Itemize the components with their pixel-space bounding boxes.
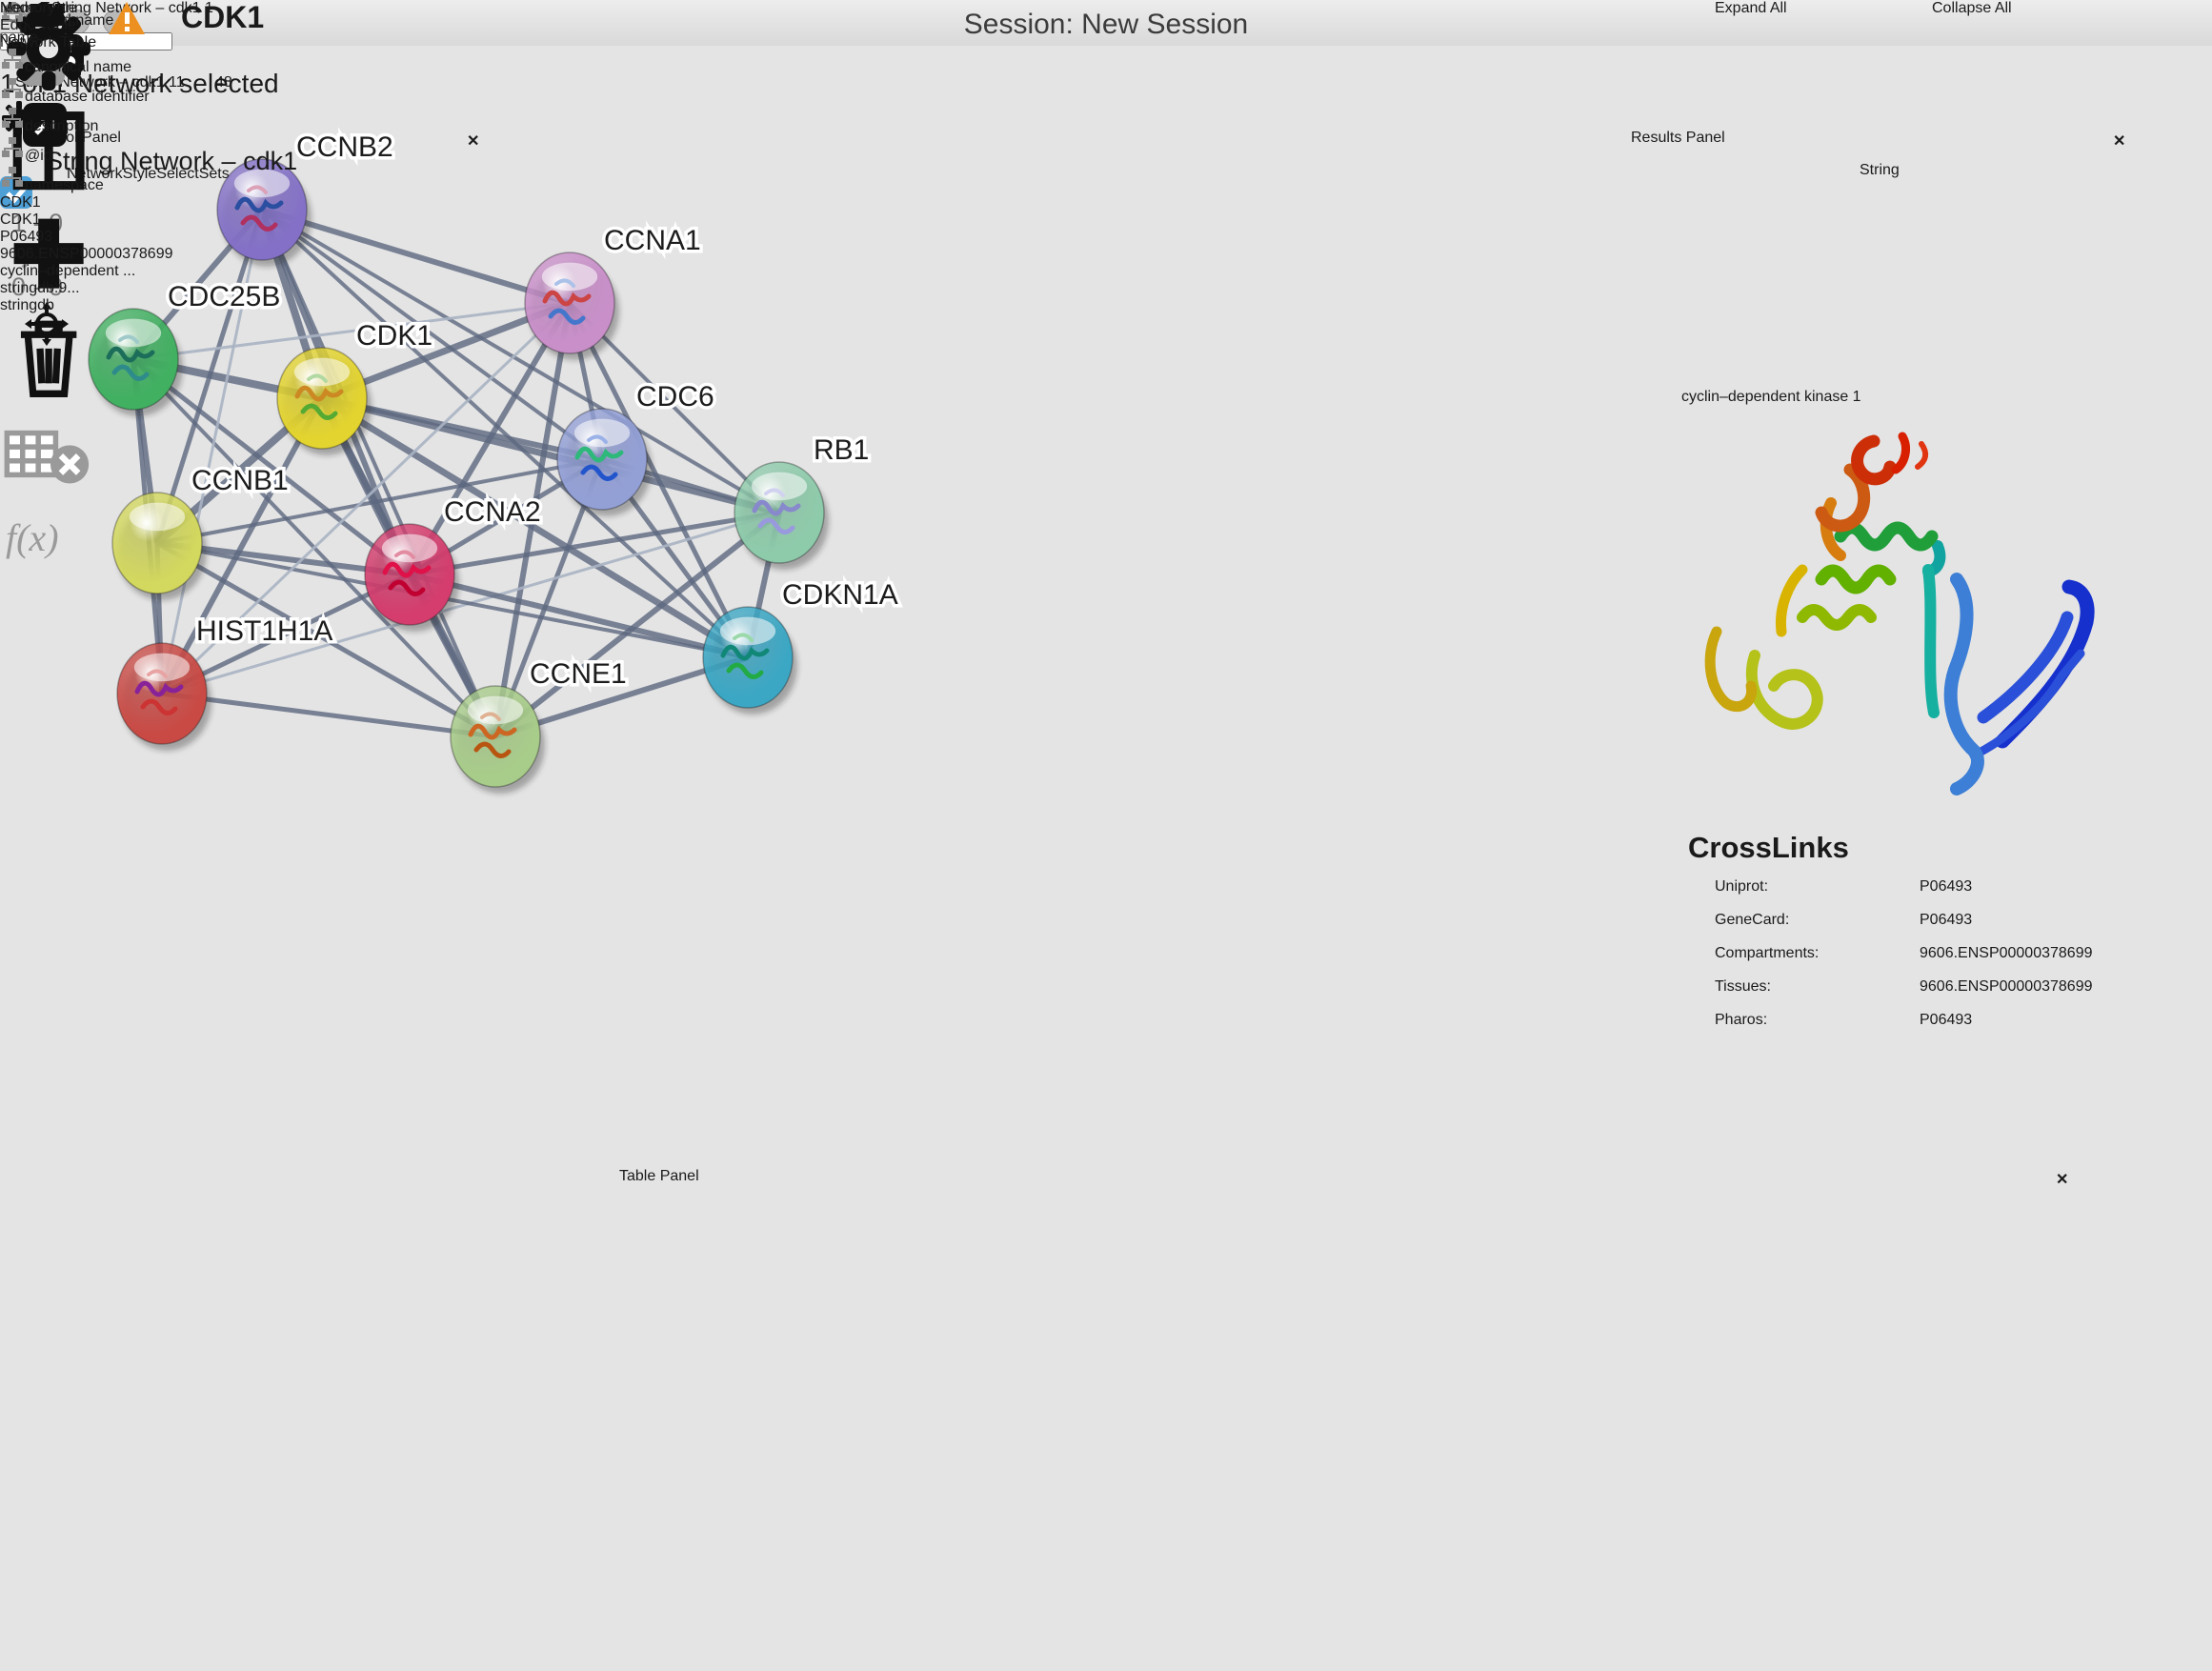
table-panel-header-icons: ✕ (2056, 1170, 2068, 1189)
warnings-button[interactable] (107, 0, 147, 36)
table-panel-title: Table Panel (619, 1168, 699, 1185)
crosslink-label: Pharos: (1715, 1012, 1920, 1029)
memory-label: Memory (0, 0, 55, 16)
column-header-namespace[interactable]: namespace (0, 165, 167, 194)
delete-table-icon (0, 493, 97, 510)
crosslink-row: Tissues: 9606.ENSP00000378699 (1715, 978, 2191, 996)
results-panel-header-icons: ✕ (2113, 131, 2125, 151)
function-builder-icon: f(x) (0, 552, 76, 568)
crosslink-label: GeneCard: (1715, 912, 1920, 929)
crosslink-row: Uniprot: P06493 (1715, 878, 2191, 896)
delete-column-icon[interactable] (0, 392, 97, 408)
node-CDC6[interactable]: CDC6 (557, 381, 714, 516)
node-label-CCNE1: CCNE1 (530, 658, 627, 690)
crosslink-label: Compartments: (1715, 945, 1920, 962)
node-HIST1H1A[interactable]: HIST1H1A (117, 615, 332, 751)
node-label-CDKN1A: CDKN1A (782, 579, 898, 611)
crosslink-value[interactable]: P06493 (1920, 878, 1972, 896)
crosslink-row: Compartments: 9606.ENSP00000378699 (1715, 945, 2191, 962)
crosslink-value[interactable]: P06493 (1920, 1012, 1972, 1029)
node-CCNB1[interactable]: CCNB1 (112, 465, 289, 600)
edge-HIST1H1A-CCNE1[interactable] (162, 694, 495, 736)
crosslink-row: GeneCard: P06493 (1715, 912, 2191, 929)
node-label-RB1: RB1 (814, 434, 869, 466)
gene-description: cyclin–dependent kinase 1 (1681, 389, 1861, 406)
collapse-all-button[interactable]: Collapse All (1932, 0, 2119, 17)
table-cell[interactable]: cyclin–dependent ... (0, 263, 248, 280)
warning-icon (107, 0, 147, 36)
crosslink-value[interactable]: 9606.ENSP00000378699 (1920, 945, 2093, 962)
node-label-CCNA2: CCNA2 (444, 496, 541, 528)
protein-structure-image (1688, 427, 2126, 827)
table-cell[interactable]: CDK1 (0, 194, 257, 211)
results-panel-title: Results Panel (1631, 130, 1725, 147)
node-CDKN1A[interactable]: CDKN1A (703, 579, 898, 715)
crosslink-label: Tissues: (1715, 978, 1920, 996)
crosslink-value[interactable]: P06493 (1920, 912, 1972, 929)
node-RB1[interactable]: RB1 (734, 434, 869, 570)
close-panel-icon[interactable]: ✕ (2056, 1170, 2068, 1189)
column-header-database-identifier[interactable]: database identifier (0, 76, 295, 106)
node-label-CCNB1: CCNB1 (191, 465, 289, 496)
node-CCNA1[interactable]: CCNA1 (525, 225, 701, 360)
crosslink-row: Pharos: P06493 (1715, 1012, 2191, 1029)
crosslinks-title: CrossLinks (1688, 831, 1849, 865)
expand-all-button[interactable]: Expand All (1715, 0, 1898, 17)
close-panel-icon[interactable]: ✕ (2113, 131, 2125, 151)
node-CCNE1[interactable]: CCNE1 (451, 658, 627, 794)
tab-network-table[interactable]: Network Table (0, 34, 96, 51)
table-cell[interactable]: stringdb (0, 297, 167, 314)
node-label-CCNA1: CCNA1 (604, 225, 701, 256)
table-cell[interactable]: CDK1 (0, 211, 133, 229)
column-header-description[interactable]: description (0, 106, 248, 135)
crosslink-value[interactable]: 9606.ENSP00000378699 (1920, 978, 2093, 996)
table-panel-header: Table Panel ✕ (600, 1160, 2212, 1212)
crosslinks-list: Uniprot: P06493GeneCard: P06493Compartme… (1715, 878, 2191, 1045)
node-label-HIST1H1A: HIST1H1A (196, 615, 332, 647)
crosslink-label: Uniprot: (1715, 878, 1920, 896)
node-label-CCNB2: CCNB2 (296, 131, 393, 163)
memory-button[interactable]: Memory (0, 0, 55, 17)
table-row[interactable]: CDK1CDK1P064939606.ENSP00000378699cyclin… (0, 194, 305, 314)
table-cell[interactable]: stringdb:9... (0, 280, 186, 297)
column-header-@id[interactable]: @id (0, 135, 186, 165)
node-label-CDC6: CDC6 (636, 381, 714, 413)
tab-string[interactable]: String (1860, 162, 1900, 179)
table-cell[interactable]: 9606.ENSP00000378699 (0, 246, 295, 263)
table-cell[interactable]: P06493 (0, 229, 305, 246)
svg-text:f(x): f(x) (6, 516, 59, 559)
node-label-CDK1: CDK1 (356, 320, 432, 352)
